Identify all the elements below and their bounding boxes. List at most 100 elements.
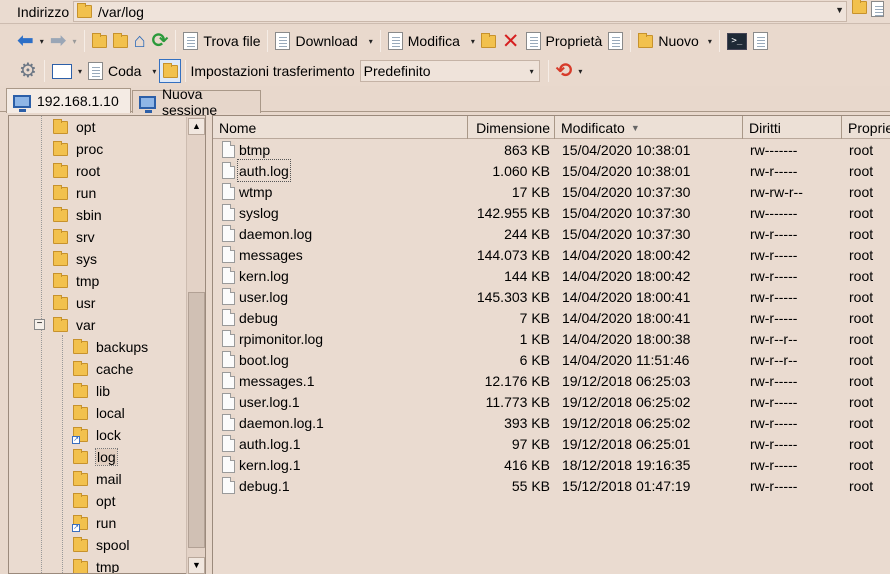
tree-item-var-lib[interactable]: lib bbox=[73, 380, 110, 402]
folder-icon bbox=[73, 382, 88, 398]
chevron-down-icon[interactable]: ▾ bbox=[40, 37, 44, 46]
scroll-up-icon[interactable]: ▲ bbox=[188, 118, 205, 135]
file-size: 1.060 KB bbox=[492, 162, 550, 179]
tree-item-var-log[interactable]: log bbox=[73, 446, 118, 468]
address-actions bbox=[852, 0, 884, 17]
tree-item-var-opt[interactable]: opt bbox=[73, 490, 115, 512]
column-header-name[interactable]: Nome bbox=[213, 116, 468, 139]
putty-button[interactable] bbox=[750, 28, 771, 54]
tab-label: 192.168.1.10 bbox=[37, 93, 119, 109]
column-header-modified[interactable]: Modificato ▼ bbox=[555, 116, 743, 139]
tree-item-var-backups[interactable]: backups bbox=[73, 336, 148, 358]
chevron-down-icon[interactable]: ▾ bbox=[369, 37, 373, 46]
terminal-button[interactable]: >_ bbox=[724, 28, 750, 54]
table-row[interactable]: debug.1 55 KB 15/12/2018 01:47:19 rw-r-----… bbox=[213, 475, 890, 496]
table-row[interactable]: daemon.log 244 KB 15/04/2020 10:37:30 rw-r-… bbox=[213, 223, 890, 244]
tree-scrollbar[interactable]: ▲ ▼ bbox=[186, 117, 205, 574]
transfer-preset-select[interactable]: Predefinito ▾ bbox=[359, 60, 540, 82]
tree-item-srv[interactable]: srv bbox=[53, 226, 95, 248]
column-header-rights[interactable]: Diritti bbox=[743, 116, 842, 139]
table-row[interactable]: rpimonitor.log 1 KB 14/04/2020 18:00:38 rw-… bbox=[213, 328, 890, 349]
table-row[interactable]: syslog 142.955 KB 15/04/2020 10:37:30 rw---… bbox=[213, 202, 890, 223]
tree-item-root[interactable]: root bbox=[53, 160, 100, 182]
parent-folder-button[interactable] bbox=[89, 28, 110, 54]
file-rights: rw-r----- bbox=[750, 393, 798, 410]
table-row[interactable]: kern.log 144 KB 14/04/2020 18:00:42 rw-r---… bbox=[213, 265, 890, 286]
edit-document-icon[interactable] bbox=[871, 1, 884, 17]
table-row[interactable]: user.log.1 11.773 KB 19/12/2018 06:25:02 rw… bbox=[213, 391, 890, 412]
file-rights: rw-rw-r-- bbox=[750, 183, 803, 200]
scroll-thumb[interactable] bbox=[188, 292, 205, 548]
scroll-down-icon[interactable]: ▼ bbox=[188, 557, 205, 574]
new-folder-icon bbox=[638, 32, 654, 48]
refresh-button[interactable]: ⟳ bbox=[149, 28, 172, 54]
download-button[interactable]: Download ▾ bbox=[272, 28, 375, 54]
table-row[interactable]: messages.1 12.176 KB 19/12/2018 06:25:03 rw… bbox=[213, 370, 890, 391]
tree-item-opt[interactable]: opt bbox=[53, 116, 95, 138]
tree-item-tmp[interactable]: tmp bbox=[53, 270, 99, 292]
table-row[interactable]: debug 7 KB 14/04/2020 18:00:41 rw-r----- roo… bbox=[213, 307, 890, 328]
tree-item-var-cache[interactable]: cache bbox=[73, 358, 133, 380]
table-row[interactable]: kern.log.1 416 KB 18/12/2018 19:16:35 rw-r-… bbox=[213, 454, 890, 475]
chevron-down-icon[interactable]: ▾ bbox=[152, 67, 156, 76]
file-name: daemon.log bbox=[239, 225, 313, 242]
tab-new-session[interactable]: Nuova sessione bbox=[132, 86, 261, 118]
open-folder-icon[interactable] bbox=[852, 0, 867, 14]
move-button[interactable] bbox=[478, 28, 499, 54]
root-folder-button[interactable] bbox=[110, 28, 131, 54]
collapse-icon[interactable]: − bbox=[34, 319, 45, 330]
tree-item-var-lock[interactable]: ↗ lock bbox=[72, 424, 121, 446]
back-button[interactable]: ⬅ ▾ bbox=[14, 28, 47, 54]
rename-button[interactable] bbox=[605, 28, 626, 54]
chevron-down-icon[interactable]: ▾ bbox=[708, 37, 712, 46]
tree-item-var-spool[interactable]: spool bbox=[73, 534, 129, 556]
tree-item-var-run[interactable]: ↗ run bbox=[72, 512, 116, 534]
table-row[interactable]: user.log 145.303 KB 14/04/2020 18:00:41 rw-… bbox=[213, 286, 890, 307]
layout-button[interactable]: ▾ bbox=[49, 58, 85, 84]
synchronize-button[interactable]: ⟲ ▾ bbox=[553, 58, 586, 84]
address-input[interactable]: /var/log ▼ bbox=[73, 1, 847, 22]
chevron-down-icon[interactable]: ▾ bbox=[530, 67, 534, 76]
new-button[interactable]: Nuovo ▾ bbox=[635, 28, 714, 54]
chevron-down-icon[interactable]: ▼ bbox=[835, 5, 844, 15]
forward-button[interactable]: ➡ ▾ bbox=[47, 28, 80, 54]
delete-button[interactable]: ✕ bbox=[499, 28, 523, 54]
table-row[interactable]: messages 144.073 KB 14/04/2020 18:00:42 rw-… bbox=[213, 244, 890, 265]
queue-button[interactable]: Coda ▾ bbox=[85, 58, 159, 84]
tree-item-var-local[interactable]: local bbox=[73, 402, 125, 424]
tree-item-proc[interactable]: proc bbox=[53, 138, 103, 160]
column-header-owner[interactable]: Proprie bbox=[842, 116, 890, 139]
tree-item-var-mail[interactable]: mail bbox=[73, 468, 122, 490]
preferences-button[interactable]: ⚙ bbox=[16, 58, 40, 84]
queue-toggle-button[interactable] bbox=[159, 59, 182, 83]
column-name-label: Nome bbox=[219, 119, 257, 136]
refresh-icon: ⟳ bbox=[151, 30, 169, 52]
find-files-button[interactable]: Trova file bbox=[180, 28, 263, 54]
folder-icon: ↗ bbox=[72, 514, 88, 532]
table-row[interactable]: btmp 863 KB 15/04/2020 10:38:01 rw------- ro… bbox=[213, 139, 890, 160]
folder-icon bbox=[73, 448, 88, 464]
column-modified-label: Modificato bbox=[561, 119, 625, 136]
table-row[interactable]: daemon.log.1 393 KB 19/12/2018 06:25:02 rw-… bbox=[213, 412, 890, 433]
table-row[interactable]: auth.log.1 97 KB 19/12/2018 06:25:01 rw-r--… bbox=[213, 433, 890, 454]
tree-item-sbin[interactable]: sbin bbox=[53, 204, 102, 226]
column-header-size[interactable]: Dimensione bbox=[468, 116, 555, 139]
tree-item-usr[interactable]: usr bbox=[53, 292, 95, 314]
chevron-down-icon[interactable]: ▾ bbox=[471, 37, 475, 46]
tree-item-var[interactable]: var bbox=[53, 314, 95, 336]
file-size: 144.073 KB bbox=[476, 246, 550, 263]
properties-button[interactable]: Proprietà bbox=[523, 28, 606, 54]
edit-button[interactable]: Modifica ▾ bbox=[385, 28, 478, 54]
tab-session-192-168-1-10[interactable]: 192.168.1.10 bbox=[6, 88, 131, 113]
tree-item-sys[interactable]: sys bbox=[53, 248, 97, 270]
chevron-down-icon[interactable]: ▾ bbox=[73, 37, 77, 46]
table-row[interactable]: auth.log 1.060 KB 15/04/2020 10:38:01 rw-r-… bbox=[213, 159, 890, 182]
chevron-down-icon[interactable]: ▾ bbox=[78, 67, 82, 76]
chevron-down-icon[interactable]: ▾ bbox=[578, 67, 582, 76]
tree-item-run[interactable]: run bbox=[53, 182, 96, 204]
file-modified: 14/04/2020 18:00:42 bbox=[562, 246, 691, 263]
table-row[interactable]: wtmp 17 KB 15/04/2020 10:37:30 rw-rw-r-- roo… bbox=[213, 181, 890, 202]
table-row[interactable]: boot.log 6 KB 14/04/2020 11:51:46 rw-r--r--… bbox=[213, 349, 890, 370]
tree-item-var-tmp[interactable]: tmp bbox=[73, 556, 119, 573]
home-button[interactable]: ⌂ bbox=[131, 28, 149, 54]
